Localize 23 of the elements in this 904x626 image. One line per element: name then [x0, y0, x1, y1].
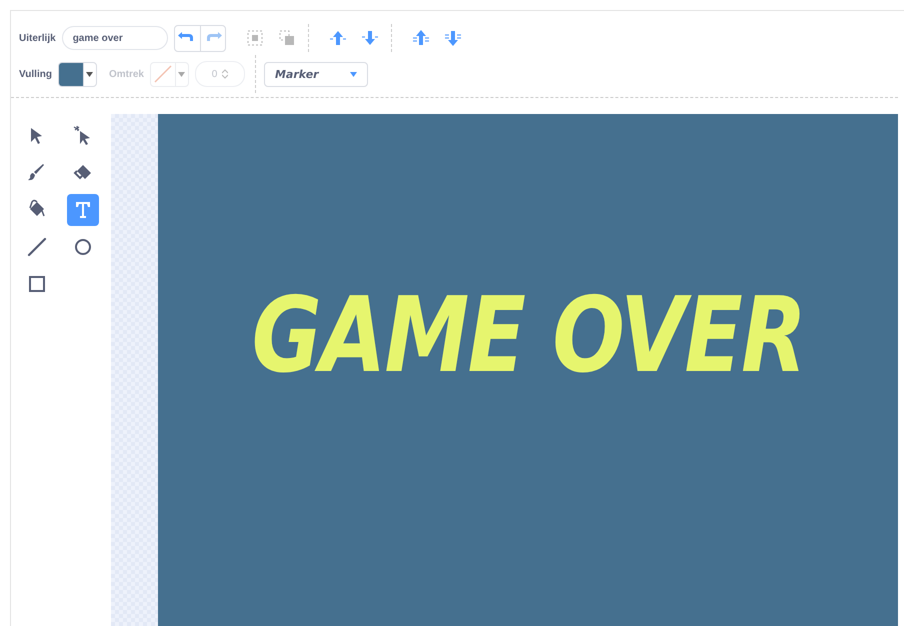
- rectangle-icon: [26, 273, 48, 295]
- paint-canvas[interactable]: GAME OVER: [158, 114, 898, 626]
- outline-label: Omtrek: [108, 68, 144, 80]
- text-tool[interactable]: [67, 194, 99, 226]
- canvas-text: GAME OVER: [251, 274, 805, 396]
- ungroup-icon: [278, 29, 296, 47]
- fill-label: Vulling: [19, 68, 52, 80]
- arrow-up-icon: [412, 29, 430, 47]
- costume-name-field[interactable]: game over: [62, 26, 168, 50]
- arrow-down-icon: [444, 29, 462, 47]
- caret-icon: [86, 72, 94, 76]
- caret-icon: [350, 72, 357, 76]
- no-color-icon: [152, 64, 173, 84]
- line-icon: [26, 236, 48, 258]
- costume-label: Uiterlijk: [19, 32, 56, 44]
- arrow-up-icon: [328, 29, 347, 47]
- stepper-icon: [222, 69, 228, 79]
- fill-color-picker[interactable]: [58, 62, 97, 86]
- arrow-down-icon: [360, 29, 379, 47]
- font-dropdown[interactable]: Marker: [264, 62, 368, 86]
- group-icon: [246, 29, 264, 47]
- caret-icon: [178, 72, 186, 76]
- circle-icon: [72, 236, 94, 258]
